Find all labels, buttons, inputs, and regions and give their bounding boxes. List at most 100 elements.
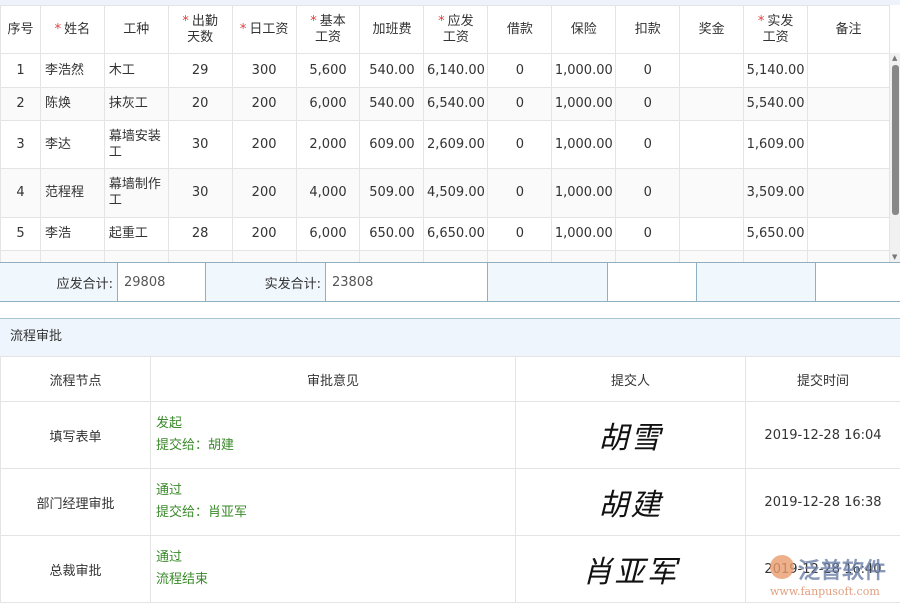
table-cell[interactable]: 陈焕 (40, 88, 104, 121)
opinion-detail: 提交给：胡建 (156, 435, 515, 457)
table-row[interactable]: 1李浩然木工293005,600540.006,140.0001,000.000… (1, 54, 890, 88)
approval-opinion: 发起提交给：胡建 (151, 402, 516, 469)
table-cell[interactable]: 650.00 (360, 218, 424, 251)
approval-opinion: 通过流程结束 (151, 536, 516, 603)
table-cell[interactable]: 0 (616, 218, 680, 251)
table-cell[interactable]: 1,000.00 (552, 121, 616, 169)
column-header-label: 实发工资 (763, 14, 794, 45)
table-cell[interactable]: 范程程 (40, 169, 104, 218)
table-cell[interactable]: 6,000 (296, 218, 360, 251)
table-cell[interactable]: 1,000.00 (552, 88, 616, 121)
table-cell[interactable]: 609.00 (360, 121, 424, 169)
table-cell[interactable]: 28 (168, 218, 232, 251)
approval-section-title: 流程审批 (0, 318, 900, 356)
approval-row: 部门经理审批 通过提交给：肖亚军 胡建 2019-12-28 16:38 (1, 469, 900, 536)
table-cell[interactable]: 540.00 (360, 88, 424, 121)
table-cell[interactable]: 20 (168, 88, 232, 121)
table-cell[interactable]: 5,600 (296, 54, 360, 88)
table-cell[interactable]: 6,140.00 (424, 54, 488, 88)
column-header-label: 保险 (571, 22, 597, 37)
grid-scrollbar[interactable]: ▲ ▼ (890, 53, 900, 262)
table-cell[interactable]: 1,000.00 (552, 218, 616, 251)
table-row[interactable]: 4范程程幕墙制作工302004,000509.004,509.0001,000.… (1, 169, 890, 218)
table-cell[interactable]: 幕墙安装工 (104, 121, 168, 169)
scroll-up-icon[interactable]: ▲ (892, 54, 897, 62)
table-cell[interactable]: 6,650.00 (424, 218, 488, 251)
table-cell[interactable]: 李浩然 (40, 54, 104, 88)
table-cell[interactable]: 抹灰工 (104, 88, 168, 121)
yingfa-total-value: 29808 (118, 263, 206, 301)
table-cell[interactable]: 2,609.00 (424, 121, 488, 169)
table-cell[interactable]: 0 (616, 54, 680, 88)
approval-header: 提交时间 (746, 357, 900, 402)
table-cell[interactable]: 1,000.00 (552, 169, 616, 218)
column-header-label: 备注 (836, 22, 862, 37)
column-header-label: 应发工资 (443, 14, 474, 45)
shifa-total-value: 23808 (326, 263, 488, 301)
scroll-down-icon[interactable]: ▼ (892, 253, 897, 261)
table-cell (104, 251, 168, 263)
table-cell (488, 251, 552, 263)
table-cell[interactable]: 0 (488, 121, 552, 169)
table-cell[interactable]: 0 (616, 169, 680, 218)
table-cell[interactable]: 540.00 (360, 54, 424, 88)
table-cell[interactable]: 木工 (104, 54, 168, 88)
table-cell[interactable]: 30 (168, 169, 232, 218)
table-cell[interactable] (808, 88, 890, 121)
table-row[interactable]: 3李达幕墙安装工302002,000609.002,609.0001,000.0… (1, 121, 890, 169)
table-cell[interactable] (680, 169, 744, 218)
table-cell[interactable]: 起重工 (104, 218, 168, 251)
table-cell[interactable]: 3,509.00 (744, 169, 808, 218)
table-cell[interactable] (808, 169, 890, 218)
table-cell[interactable]: 0 (488, 169, 552, 218)
table-cell[interactable]: 1 (1, 54, 41, 88)
table-cell[interactable]: 李浩 (40, 218, 104, 251)
opinion-status: 发起 (156, 413, 515, 435)
table-cell[interactable]: 29 (168, 54, 232, 88)
table-cell[interactable]: 李达 (40, 121, 104, 169)
table-cell[interactable]: 200 (232, 121, 296, 169)
table-row[interactable]: 2陈焕抹灰工202006,000540.006,540.0001,000.000… (1, 88, 890, 121)
table-cell[interactable]: 1,000.00 (552, 54, 616, 88)
table-cell[interactable] (680, 54, 744, 88)
table-cell[interactable]: 200 (232, 88, 296, 121)
table-cell[interactable]: 2,000 (296, 121, 360, 169)
table-cell[interactable] (808, 121, 890, 169)
table-cell[interactable]: 509.00 (360, 169, 424, 218)
table-cell[interactable]: 200 (232, 169, 296, 218)
table-cell (744, 251, 808, 263)
table-cell[interactable] (808, 218, 890, 251)
table-cell[interactable]: 0 (616, 88, 680, 121)
table-cell[interactable]: 200 (232, 218, 296, 251)
table-cell[interactable]: 4,000 (296, 169, 360, 218)
table-cell[interactable] (680, 88, 744, 121)
table-cell[interactable]: 5,650.00 (744, 218, 808, 251)
table-cell[interactable]: 5,540.00 (744, 88, 808, 121)
table-cell[interactable]: 0 (488, 88, 552, 121)
table-cell[interactable] (680, 218, 744, 251)
column-header-label: 加班费 (372, 22, 411, 37)
table-cell[interactable]: 0 (488, 54, 552, 88)
table-cell[interactable]: 4,509.00 (424, 169, 488, 218)
table-cell[interactable]: 0 (616, 121, 680, 169)
table-cell[interactable]: 5,140.00 (744, 54, 808, 88)
table-cell[interactable]: 4 (1, 169, 41, 218)
summary-empty-value (608, 263, 697, 301)
table-row[interactable]: 5李浩起重工282006,000650.006,650.0001,000.000… (1, 218, 890, 251)
table-cell[interactable]: 6,000 (296, 88, 360, 121)
table-cell[interactable]: 0 (488, 218, 552, 251)
table-cell[interactable]: 2 (1, 88, 41, 121)
table-cell[interactable]: 300 (232, 54, 296, 88)
table-cell (616, 251, 680, 263)
scroll-thumb[interactable] (892, 65, 899, 215)
table-cell[interactable]: 30 (168, 121, 232, 169)
table-cell (40, 251, 104, 263)
column-header-label: 奖金 (699, 22, 725, 37)
table-cell[interactable]: 幕墙制作工 (104, 169, 168, 218)
table-cell[interactable] (680, 121, 744, 169)
table-cell[interactable]: 5 (1, 218, 41, 251)
table-cell[interactable]: 1,609.00 (744, 121, 808, 169)
table-cell[interactable]: 3 (1, 121, 41, 169)
table-cell[interactable] (808, 54, 890, 88)
table-cell[interactable]: 6,540.00 (424, 88, 488, 121)
